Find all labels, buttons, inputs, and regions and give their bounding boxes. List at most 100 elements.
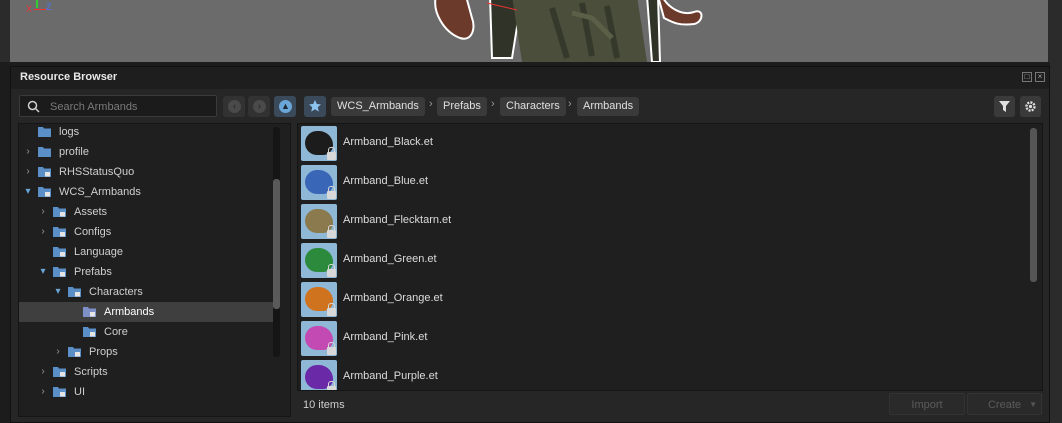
chevron-down-icon[interactable]: ▾ (38, 262, 48, 282)
file-name: Armband_Pink.et (343, 331, 428, 343)
tree-item[interactable]: › profile (19, 142, 275, 162)
axis-y-line (36, 0, 38, 8)
back-button[interactable]: ‹ (223, 96, 245, 117)
chevron-right-icon[interactable]: › (23, 142, 33, 162)
restore-icon[interactable]: □ (1022, 72, 1032, 82)
right-edge-strip (1050, 62, 1062, 423)
locked-folder-icon (83, 307, 96, 317)
search-icon (27, 100, 40, 113)
file-item[interactable]: Armband_Pink.et (298, 319, 1028, 358)
file-name: Armband_Black.et (343, 136, 433, 148)
lock-icon (327, 225, 336, 238)
file-name: Armband_Blue.et (343, 175, 428, 187)
locked-folder-icon (68, 287, 81, 297)
tree-item[interactable]: ▾ WCS_Armbands (19, 182, 275, 202)
tree-item[interactable]: ▾ Prefabs (19, 262, 275, 282)
file-name: Armband_Orange.et (343, 292, 443, 304)
tree-item-label: RHSStatusQuo (59, 166, 135, 178)
chevron-right-icon: › (568, 98, 572, 110)
file-thumbnail (301, 321, 337, 356)
tree-item-label: profile (59, 146, 89, 158)
chevron-down-icon: ▼ (1029, 400, 1037, 409)
chevron-down-icon[interactable]: ▾ (23, 182, 33, 202)
chevron-right-icon[interactable]: › (38, 362, 48, 382)
favorite-button[interactable] (304, 96, 326, 117)
locked-folder-icon (38, 167, 51, 177)
star-icon (309, 100, 321, 112)
locked-folder-icon (38, 187, 51, 197)
tree-item-label: Language (74, 246, 123, 258)
breadcrumb-item[interactable]: Characters (500, 97, 566, 116)
tree-item[interactable]: › Props (19, 342, 275, 362)
search-box[interactable] (19, 95, 217, 117)
tree-item[interactable]: › Scripts (19, 362, 275, 382)
file-list-scrollbar[interactable] (1030, 128, 1037, 388)
lock-icon (327, 342, 336, 355)
tree-item-label: Assets (74, 206, 108, 218)
up-button[interactable]: ▲ (274, 96, 296, 117)
lock-icon (327, 147, 336, 160)
file-item[interactable]: Armband_Green.et (298, 241, 1028, 280)
breadcrumb-item[interactable]: Prefabs (437, 97, 487, 116)
folder-tree[interactable]: logs › profile › RHSStatusQuo ▾ WCS_Armbands › A… (18, 123, 291, 417)
locked-folder-icon (83, 327, 96, 337)
tree-item[interactable]: › Configs (19, 222, 275, 242)
chevron-right-icon[interactable]: › (38, 222, 48, 242)
file-item[interactable]: Armband_Flecktarn.et (298, 202, 1028, 241)
lock-icon (327, 303, 336, 316)
lock-icon (327, 186, 336, 199)
file-item[interactable]: Armband_Purple.et (298, 358, 1028, 390)
file-name: Armband_Flecktarn.et (343, 214, 452, 226)
file-thumbnail (301, 204, 337, 239)
file-list[interactable]: Armband_Purple.et Armband_Pink.et Armband_… (297, 123, 1043, 391)
tree-item-label: Armbands (104, 306, 155, 318)
chevron-right-icon[interactable]: › (38, 202, 48, 222)
scene-viewport[interactable]: X Z (0, 0, 1062, 62)
locked-folder-icon (53, 387, 66, 397)
search-input[interactable] (48, 98, 212, 116)
file-item[interactable]: Armband_Blue.et (298, 163, 1028, 202)
import-button[interactable]: Import (889, 393, 965, 415)
tree-scrollbar-thumb[interactable] (273, 179, 280, 309)
filter-icon (999, 101, 1010, 112)
breadcrumb-item[interactable]: Armbands (577, 97, 640, 116)
tree-item[interactable]: › Assets (19, 202, 275, 222)
locked-folder-icon (53, 247, 66, 257)
filter-button[interactable] (994, 96, 1015, 117)
folder-icon (38, 127, 51, 137)
import-label: Import (911, 399, 943, 411)
character-model[interactable] (432, 0, 707, 62)
tree-item[interactable]: Core (19, 322, 275, 342)
tree-item-label: UI (74, 386, 85, 398)
breadcrumb-item[interactable]: WCS_Armbands (331, 97, 425, 116)
create-button[interactable]: Create ▼ (967, 393, 1042, 415)
tree-scrollbar[interactable] (273, 127, 280, 357)
gear-icon (1025, 101, 1036, 112)
tree-item[interactable]: Armbands (19, 302, 275, 322)
file-thumbnail (301, 282, 337, 317)
tree-item[interactable]: › UI (19, 382, 275, 402)
tree-item[interactable]: Language (19, 242, 275, 262)
panel-title: Resource Browser (20, 71, 118, 83)
file-item[interactable]: Armband_Orange.et (298, 280, 1028, 319)
chevron-right-icon[interactable]: › (23, 162, 33, 182)
chevron-right-icon[interactable]: › (38, 382, 48, 402)
viewport-right-edge (1048, 0, 1062, 62)
chevron-right-icon[interactable]: › (53, 342, 63, 362)
panel-titlebar[interactable]: Resource Browser □ × (11, 67, 1049, 89)
lock-icon (327, 264, 336, 277)
chevron-down-icon[interactable]: ▾ (53, 282, 63, 302)
locked-folder-icon (53, 367, 66, 377)
close-icon[interactable]: × (1035, 72, 1045, 82)
tree-item-label: Props (89, 346, 118, 358)
file-list-scrollbar-thumb[interactable] (1030, 128, 1037, 282)
forward-button[interactable]: › (248, 96, 270, 117)
tree-item[interactable]: logs (19, 124, 275, 142)
file-item[interactable]: Armband_Black.et (298, 124, 1028, 163)
chevron-right-icon: › (491, 98, 495, 110)
up-icon: ▲ (279, 100, 292, 113)
tree-item[interactable]: ▾ Characters (19, 282, 275, 302)
tree-item[interactable]: › RHSStatusQuo (19, 162, 275, 182)
viewport-left-edge (0, 0, 10, 62)
settings-button[interactable] (1020, 96, 1041, 117)
